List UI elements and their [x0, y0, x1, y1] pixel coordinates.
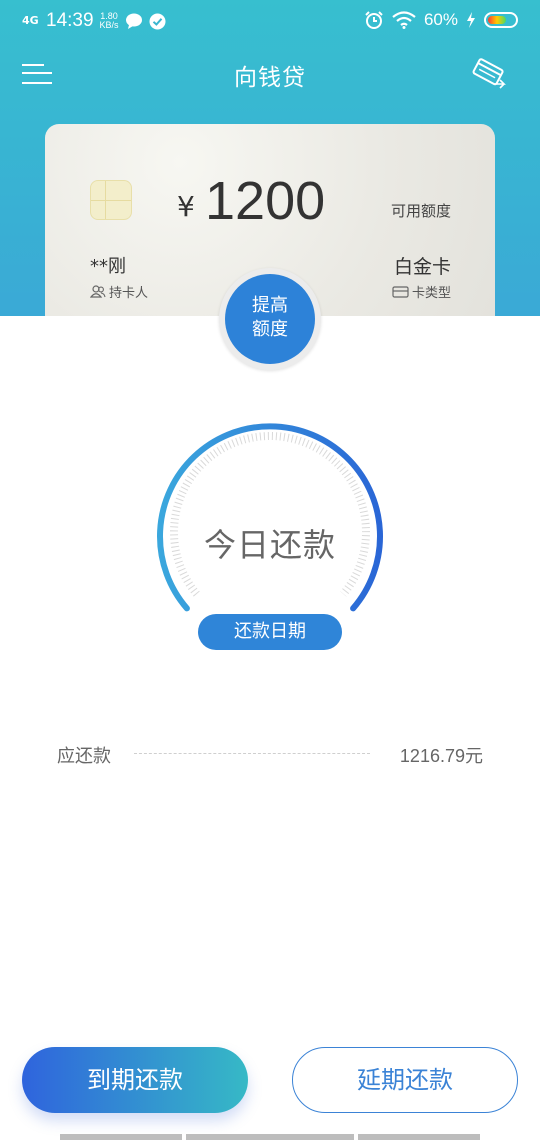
- page-title: 向钱贷: [234, 65, 306, 91]
- status-bar: 4G 14:39 1.80 KB/s 60%: [0, 0, 540, 44]
- network-speed: 1.80 KB/s: [99, 11, 119, 30]
- alarm-icon: [365, 11, 383, 29]
- holder-name: **刚: [90, 256, 126, 277]
- network-indicator: 4G: [22, 14, 39, 27]
- bottom-bar-segment: [60, 1134, 182, 1140]
- chip-icon: [90, 180, 132, 220]
- holder-label: 持卡人: [90, 282, 148, 301]
- battery-percent: 60%: [423, 10, 458, 29]
- charging-icon: [467, 12, 475, 28]
- battery-icon: [484, 12, 518, 28]
- card-type-label: 卡类型: [392, 282, 451, 301]
- bottom-bar-segment: [186, 1134, 354, 1140]
- top-nav: 向钱贷: [0, 48, 540, 100]
- people-icon: [90, 285, 106, 298]
- check-badge-icon: [149, 13, 166, 29]
- cards-icon[interactable]: [468, 56, 508, 92]
- card-icon: [392, 285, 409, 298]
- available-label: 可用额度: [390, 202, 451, 220]
- due-date-pill: 还款日期: [198, 614, 342, 650]
- gauge-center-text: 今日还款: [203, 526, 336, 564]
- status-time: 14:39: [46, 10, 94, 31]
- dotted-divider: [134, 753, 370, 754]
- repayment-label: 应还款: [57, 746, 111, 767]
- bottom-bar-segment: [358, 1134, 480, 1140]
- currency-symbol: ¥: [177, 190, 195, 223]
- available-amount: 1200: [205, 171, 326, 231]
- repayment-amount: 1216.79元: [399, 746, 483, 766]
- message-icon: [125, 13, 142, 29]
- raise-limit-button[interactable]: 提高 额度: [225, 274, 315, 364]
- due-repay-button[interactable]: 到期还款: [22, 1047, 248, 1113]
- raise-limit-ring: 提高 额度: [219, 268, 321, 370]
- delay-repay-button[interactable]: 延期还款: [292, 1047, 518, 1113]
- wifi-icon: [392, 11, 416, 29]
- card-type: 白金卡: [393, 256, 451, 278]
